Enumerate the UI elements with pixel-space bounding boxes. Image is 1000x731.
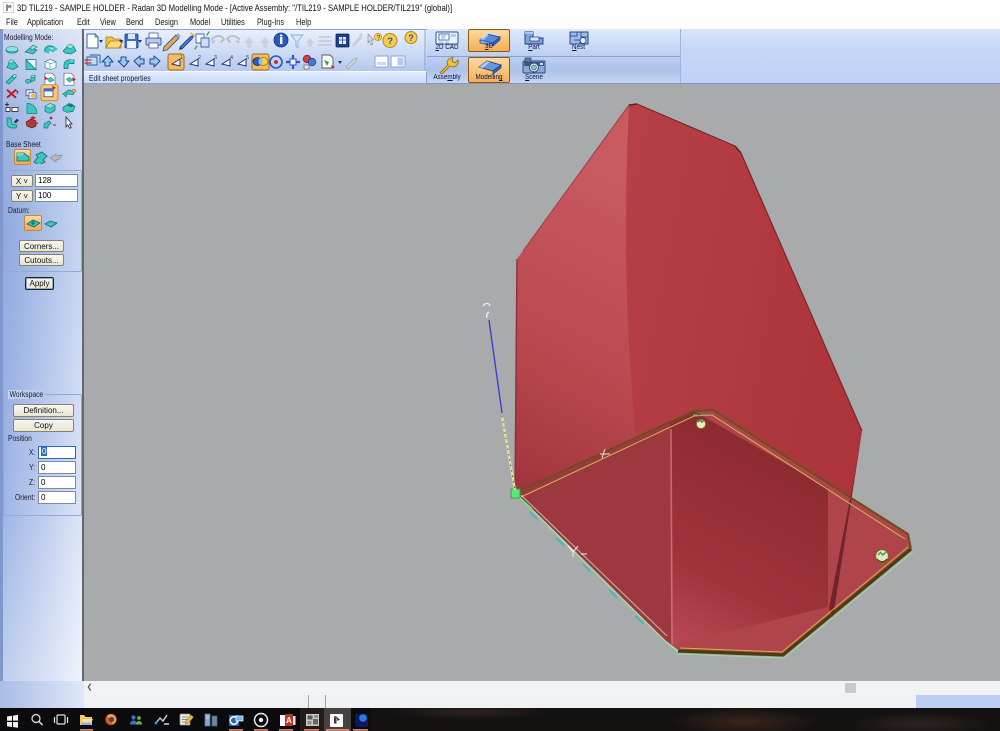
svg-text:?: ?	[377, 34, 381, 41]
svg-text:5: 5	[246, 55, 249, 61]
svg-text:1: 1	[180, 55, 183, 61]
svg-text:3: 3	[214, 55, 217, 61]
svg-text:A: A	[286, 716, 292, 725]
svg-text:?: ?	[408, 33, 414, 43]
svg-text:?: ?	[387, 36, 393, 47]
svg-text:4: 4	[230, 55, 233, 61]
svg-text:2: 2	[198, 55, 201, 61]
